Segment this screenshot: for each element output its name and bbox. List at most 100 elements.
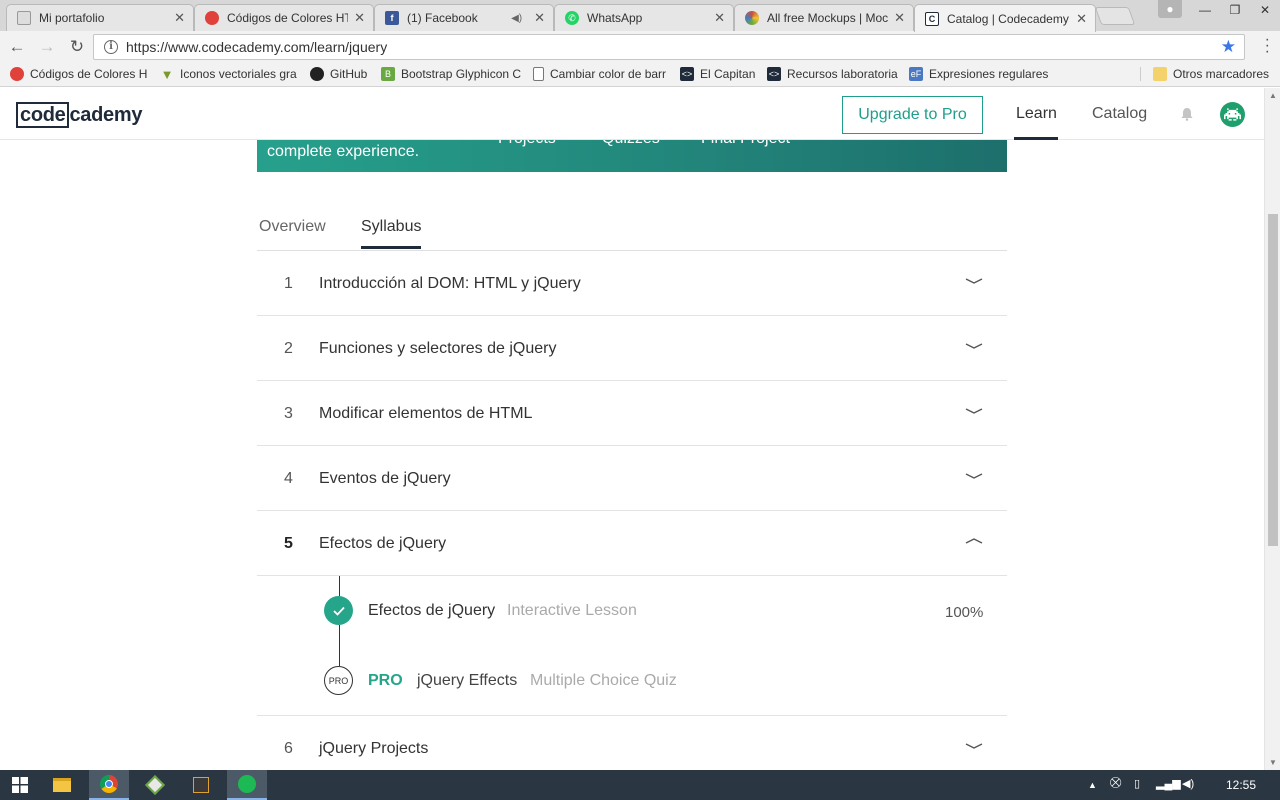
chevron-down-icon[interactable] [965, 273, 983, 291]
back-icon[interactable]: ← [4, 34, 30, 60]
syllabus-row[interactable]: 4 Eventos de jQuery [257, 446, 1007, 511]
close-icon[interactable]: ✕ [1076, 11, 1087, 27]
banner-text: complete experience. [267, 143, 420, 160]
close-icon[interactable]: ✕ [534, 10, 545, 26]
address-bar[interactable]: i https://www.codecademy.com/learn/jquer… [93, 34, 1245, 60]
browser-tab[interactable]: Mi portafolio ✕ [6, 4, 194, 31]
browser-toolbar: ← → ↻ i https://www.codecademy.com/learn… [0, 31, 1280, 63]
bookmark-item[interactable]: Cambiar color de barr [533, 67, 666, 81]
browser-tab-active[interactable]: C Catalog | Codecademy ✕ [914, 4, 1096, 32]
nav-learn[interactable]: Learn [1016, 105, 1057, 123]
tab-syllabus[interactable]: Syllabus [361, 218, 422, 249]
syllabus-row[interactable]: 6 jQuery Projects [257, 716, 1007, 770]
scroll-up-icon[interactable]: ▲ [1269, 91, 1277, 100]
unit-number: 2 [284, 340, 293, 357]
lesson-progress: 100% [945, 604, 984, 621]
editor-taskbar-icon[interactable] [181, 770, 221, 800]
close-window-icon[interactable]: ✕ [1250, 0, 1280, 20]
bookmark-item[interactable]: ▼ Iconos vectoriales gra [160, 67, 297, 82]
browser-tab[interactable]: Códigos de Colores HTML ✕ [194, 4, 374, 31]
syllabus-row[interactable]: 3 Modificar elementos de HTML [257, 381, 1007, 446]
bookmark-item[interactable]: GitHub [310, 67, 367, 81]
other-bookmarks[interactable]: Otros marcadores [1140, 67, 1269, 81]
upgrade-to-pro-button[interactable]: Upgrade to Pro [842, 96, 983, 134]
completed-check-icon [324, 596, 353, 625]
signal-icon[interactable]: ▂▄▆ [1156, 777, 1181, 790]
bookmark-item[interactable]: <> El Capitan [680, 67, 755, 81]
bell-icon[interactable] [1180, 107, 1194, 121]
browser-tab[interactable]: All free Mockups | Mockups ✕ [734, 4, 914, 31]
chevron-down-icon[interactable] [965, 738, 983, 756]
tab-title: All free Mockups | Mockups [767, 11, 889, 25]
reload-icon[interactable]: ↻ [64, 34, 90, 60]
minimize-icon[interactable]: — [1190, 0, 1220, 20]
bookmark-item[interactable]: eF Expresiones regulares [909, 67, 1048, 81]
chevron-down-icon[interactable] [965, 338, 983, 356]
unit-title: Eventos de jQuery [319, 470, 451, 487]
bookmark-item[interactable]: <> Recursos laboratoria [767, 67, 898, 81]
spotify-taskbar-icon[interactable] [227, 770, 267, 800]
unit-title: Efectos de jQuery [319, 535, 447, 552]
chrome-taskbar-icon[interactable] [89, 770, 129, 800]
user-profile-icon[interactable]: ● [1158, 0, 1182, 18]
colorwheel-icon [10, 67, 24, 81]
scroll-down-icon[interactable]: ▼ [1269, 758, 1277, 767]
unit-number: 4 [284, 470, 293, 487]
browser-tab[interactable]: f (1) Facebook ◀) ✕ [374, 4, 554, 31]
page-icon [533, 67, 544, 81]
close-icon[interactable]: ✕ [894, 10, 905, 26]
regex-icon: eF [909, 67, 923, 81]
bookmarks-bar: Códigos de Colores H ▼ Iconos vectoriale… [0, 63, 1280, 87]
pro-lock-badge: PRO [324, 666, 353, 695]
tab-overview[interactable]: Overview [259, 218, 326, 246]
windows-logo-icon [12, 777, 28, 793]
page-content: complete experience. Projects Quizzes Fi… [0, 88, 1264, 770]
bookmark-label: Iconos vectoriales gra [180, 67, 297, 81]
logo-cademy: cademy [69, 103, 143, 126]
scrollbar-thumb[interactable] [1268, 214, 1278, 546]
close-icon[interactable]: ✕ [174, 10, 185, 26]
page-icon [17, 11, 31, 25]
speaker-icon[interactable]: ◀) [511, 13, 522, 24]
unit-title: Introducción al DOM: HTML y jQuery [319, 275, 581, 292]
syllabus-row[interactable]: 2 Funciones y selectores de jQuery [257, 316, 1007, 381]
close-icon[interactable]: ✕ [714, 10, 725, 26]
chevron-down-icon[interactable] [965, 403, 983, 421]
tray-expand-icon[interactable]: ▲ [1088, 780, 1097, 790]
lesson-title[interactable]: jQuery Effects [417, 672, 517, 690]
device-icon[interactable]: ▯ [1134, 777, 1140, 790]
lesson-title[interactable]: Efectos de jQuery [368, 602, 495, 620]
site-header: code cademy Upgrade to Pro Learn Catalog [0, 88, 1264, 140]
course-tabs: Overview Syllabus [257, 218, 1007, 251]
chevron-up-icon[interactable] [965, 533, 983, 551]
tab-title: Mi portafolio [39, 11, 105, 25]
page-scrollbar[interactable]: ▲ ▼ [1264, 88, 1280, 770]
bookmark-star-icon[interactable]: ★ [1221, 37, 1236, 57]
close-icon[interactable]: ✕ [354, 10, 365, 26]
git-taskbar-icon[interactable] [135, 770, 175, 800]
browser-tab[interactable]: ✆ WhatsApp ✕ [554, 4, 734, 31]
start-button[interactable] [0, 770, 40, 800]
file-explorer-icon[interactable] [42, 770, 82, 800]
bookmark-label: Cambiar color de barr [550, 67, 667, 81]
new-tab-button[interactable] [1094, 7, 1136, 25]
nav-catalog[interactable]: Catalog [1092, 105, 1147, 123]
forward-icon[interactable]: → [34, 34, 60, 60]
restore-icon[interactable]: ❐ [1220, 0, 1250, 20]
bookmark-item[interactable]: B Bootstrap Glyphicon C [381, 67, 521, 81]
syllabus-row[interactable]: 1 Introducción al DOM: HTML y jQuery [257, 251, 1007, 316]
other-bookmarks-label: Otros marcadores [1173, 67, 1270, 81]
info-icon[interactable]: i [104, 40, 118, 54]
codecademy-logo[interactable]: code cademy [16, 102, 142, 128]
network-blocked-icon[interactable]: ⛒ [1110, 777, 1121, 790]
bookmark-item[interactable]: Códigos de Colores H [10, 67, 147, 81]
unit-title: Modificar elementos de HTML [319, 405, 533, 422]
tab-title: WhatsApp [587, 11, 643, 25]
bookmark-label: Códigos de Colores H [30, 67, 148, 81]
menu-icon[interactable]: · · · [1265, 32, 1270, 60]
clock[interactable]: 12:55 [1226, 778, 1256, 792]
volume-icon[interactable]: ◀) [1182, 777, 1194, 790]
chevron-down-icon[interactable] [965, 468, 983, 486]
avatar[interactable] [1220, 102, 1245, 127]
syllabus-row-expanded[interactable]: 5 Efectos de jQuery [257, 511, 1007, 576]
